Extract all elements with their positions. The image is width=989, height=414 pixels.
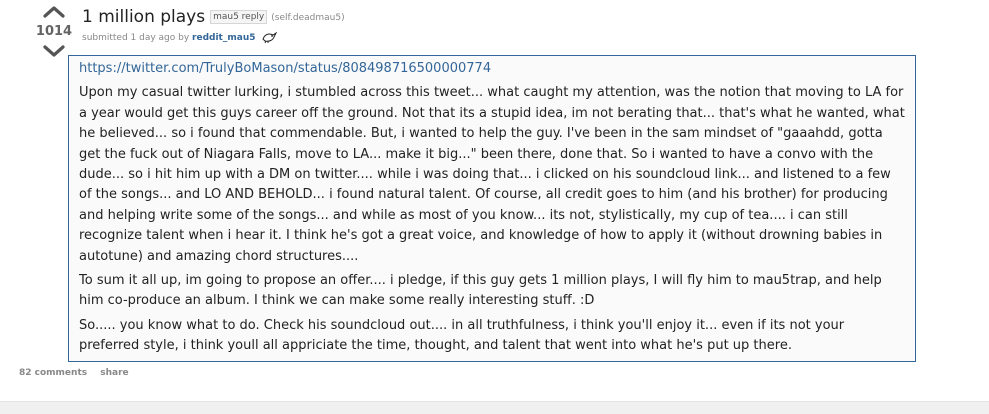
post-selftext: https://twitter.com/TrulyBoMason/status/… <box>68 55 916 362</box>
page-footer-strip <box>0 401 989 414</box>
post-tagline: submitted 1 day ago by reddit_mau5 <box>82 30 278 44</box>
tagline-prefix: submitted 1 day ago by <box>82 33 193 43</box>
post-title-link[interactable]: 1 million plays <box>82 7 205 27</box>
selftext-paragraph-2: To sum it all up, im going to propose an… <box>79 273 882 309</box>
tweet-link[interactable]: https://twitter.com/TrulyBoMason/status/… <box>79 61 491 76</box>
author-link[interactable]: reddit_mau5 <box>192 33 255 43</box>
post-action-buttons: 82 comments share <box>19 368 139 378</box>
selftext-paragraph-1: Upon my casual twitter lurking, i stumbl… <box>79 85 905 264</box>
post-score: 1014 <box>35 24 73 39</box>
share-button[interactable]: share <box>100 368 128 378</box>
bird-badge-icon <box>262 31 278 44</box>
link-flair: mau5 reply <box>210 10 268 24</box>
upvote-arrow-icon[interactable] <box>43 6 65 18</box>
vote-column: 1014 <box>34 6 74 57</box>
selftext-paragraph-3: So..... you know what to do. Check his s… <box>79 317 845 354</box>
post-domain-link[interactable]: (self.deadmau5) <box>271 13 344 23</box>
downvote-arrow-icon[interactable] <box>43 45 65 57</box>
post-title-line: 1 million plays mau5 reply (self.deadmau5) <box>82 7 345 27</box>
comments-button[interactable]: 82 comments <box>19 368 87 378</box>
